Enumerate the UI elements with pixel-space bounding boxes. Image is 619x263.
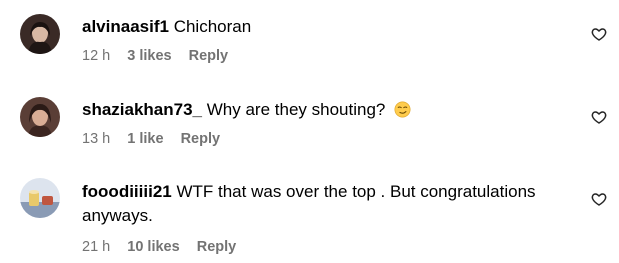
comment-body: alvinaasif1 Chichoran 12 h 3 likes Reply <box>82 15 562 65</box>
likes-count[interactable]: 1 like <box>127 131 163 147</box>
comment-text-line: shaziakhan73_ Why are they shouting? <box>82 98 562 122</box>
reply-button[interactable]: Reply <box>189 48 229 64</box>
avatar[interactable] <box>20 178 60 218</box>
timestamp: 13 h <box>82 131 111 147</box>
comment-item: alvinaasif1 Chichoran 12 h 3 likes Reply <box>0 10 619 80</box>
username-link[interactable]: fooodiiiii21 <box>82 182 172 201</box>
avatar[interactable] <box>20 97 60 137</box>
username-link[interactable]: shaziakhan73_ <box>82 100 202 119</box>
comment-body: fooodiiiii21 WTF that was over the top .… <box>82 180 572 256</box>
comment-meta: 13 h 1 like Reply <box>82 130 562 148</box>
smirk-face-emoji-icon <box>394 101 411 118</box>
reply-button[interactable]: Reply <box>181 131 221 147</box>
likes-count[interactable]: 3 likes <box>127 48 171 64</box>
username-link[interactable]: alvinaasif1 <box>82 17 169 36</box>
comment-item: fooodiiiii21 WTF that was over the top .… <box>0 176 619 260</box>
comment-text-line: alvinaasif1 Chichoran <box>82 15 562 39</box>
likes-count[interactable]: 10 likes <box>127 239 179 255</box>
heart-outline-icon[interactable] <box>591 26 607 42</box>
comment-meta: 12 h 3 likes Reply <box>82 47 562 65</box>
comment-body: shaziakhan73_ Why are they shouting? 13 … <box>82 98 562 148</box>
comment-meta: 21 h 10 likes Reply <box>82 238 572 256</box>
comment-text-line: fooodiiiii21 WTF that was over the top .… <box>82 180 572 228</box>
heart-outline-icon[interactable] <box>591 109 607 125</box>
comments-list: alvinaasif1 Chichoran 12 h 3 likes Reply <box>0 0 619 263</box>
reply-button[interactable]: Reply <box>197 239 237 255</box>
heart-outline-icon[interactable] <box>591 191 607 207</box>
timestamp: 21 h <box>82 239 111 255</box>
timestamp: 12 h <box>82 48 111 64</box>
comment-text: Why are they shouting? <box>206 100 386 119</box>
comment-item: shaziakhan73_ Why are they shouting? 13 … <box>0 93 619 163</box>
comment-text: Chichoran <box>173 17 252 36</box>
avatar[interactable] <box>20 14 60 54</box>
